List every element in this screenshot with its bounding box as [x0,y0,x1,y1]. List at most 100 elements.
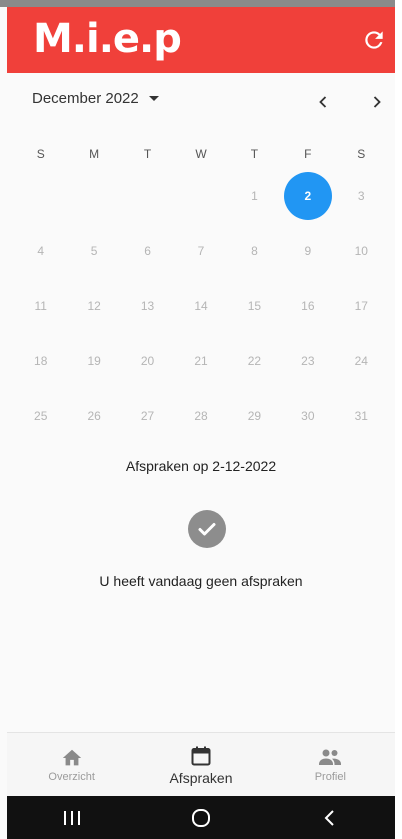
month-header: December 2022 [7,82,395,122]
calendar-day-6[interactable]: 6 [121,231,174,271]
day-number: 16 [301,298,315,313]
day-number: 28 [194,408,208,423]
calendar-week-row: 18 19 20 21 22 23 24 [14,333,388,388]
calendar-day-18[interactable]: 18 [14,341,67,381]
day-number: 31 [354,408,368,423]
weekday-label: F [304,147,312,161]
recent-apps-button[interactable] [57,803,87,833]
calendar-day-8[interactable]: 8 [228,231,281,271]
nav-label: Profiel [314,770,346,783]
calendar-day-11[interactable]: 11 [14,286,67,326]
calendar-day-13[interactable]: 13 [121,286,174,326]
calendar-day-5[interactable]: 5 [67,231,120,271]
nav-label: Overzicht [48,770,95,783]
day-number: 3 [357,188,365,203]
weekday-label: S [357,147,366,161]
calendar-day-20[interactable]: 20 [121,341,174,381]
calendar-day-2[interactable]: 2 [281,171,334,220]
weekday-label: T [143,147,152,161]
chevron-left-icon [319,96,327,108]
calendar-day-28[interactable]: 28 [174,396,227,436]
back-icon [324,809,335,826]
home-circle-icon [191,808,210,827]
calendar-day-21[interactable]: 21 [174,341,227,381]
day-number: 4 [37,243,45,258]
calendar-day-12[interactable]: 12 [67,286,120,326]
nav-label: Afspraken [169,769,233,786]
calendar-day-16[interactable]: 16 [281,286,334,326]
calendar-day-4[interactable]: 4 [14,231,67,271]
appointments-title: Afspraken op 2-12-2022 [125,458,277,474]
system-navigation-bar [7,796,395,839]
day-number: 18 [34,353,48,368]
recent-apps-icon [63,810,80,825]
status-bar [0,0,402,7]
calendar-day-14[interactable]: 14 [174,286,227,326]
day-number: 1 [251,188,258,203]
previous-month-button[interactable] [311,90,335,114]
calendar-day-7[interactable]: 7 [174,231,227,271]
day-number: 7 [197,243,205,258]
app-bar: M.i.e.p [7,7,395,73]
calendar-day-1[interactable]: 1 [228,176,281,216]
day-number: 14 [194,298,208,313]
calendar-empty-cell [121,176,174,216]
calendar-day-22[interactable]: 22 [228,341,281,381]
day-number: 8 [251,243,258,258]
calendar-day-10[interactable]: 10 [335,231,388,271]
calendar-day-23[interactable]: 23 [281,341,334,381]
day-number: 26 [87,408,101,423]
home-button[interactable] [186,803,216,833]
day-number: 12 [87,298,101,313]
back-button[interactable] [315,803,345,833]
next-month-button[interactable] [365,90,389,114]
month-selector[interactable]: December 2022 [32,90,159,107]
day-number: 15 [247,298,262,313]
people-icon [319,749,342,765]
calendar-week-row: 4 5 6 7 8 9 10 [14,223,388,278]
day-number: 6 [144,243,151,258]
calendar-day-27[interactable]: 27 [121,396,174,436]
calendar-day-31[interactable]: 31 [335,396,388,436]
calendar-day-30[interactable]: 30 [281,396,334,436]
calendar-day-25[interactable]: 25 [14,396,67,436]
calendar-week-row: 11 12 13 14 15 16 17 [14,278,388,333]
day-number: 30 [301,408,315,423]
weekday-header: SMTWTFS [14,140,388,168]
day-number: 17 [354,298,368,313]
day-number: 2 [304,188,312,203]
calendar-day-17[interactable]: 17 [335,286,388,326]
chevron-right-icon [373,96,381,108]
month-label: December 2022 [32,90,139,107]
dropdown-caret-icon [148,96,159,101]
calendar-day-15[interactable]: 15 [228,286,281,326]
calendar-day-9[interactable]: 9 [281,231,334,271]
calendar-day-3[interactable]: 3 [335,176,388,216]
day-number: 25 [34,408,48,423]
nav-item-afspraken[interactable]: Afspraken [136,733,265,796]
empty-appointments-message: U heeft vandaag geen afspraken [99,573,303,589]
nav-item-profiel[interactable]: Profiel [266,733,395,796]
weekday-label: M [89,147,100,161]
app-screen: M.i.e.p December 2022 SMTWTFS 1234567891… [0,0,402,839]
day-number: 24 [354,353,368,368]
calendar-empty-cell [174,176,227,216]
day-number: 9 [304,243,312,258]
day-number: 29 [247,408,262,423]
calendar-day-26[interactable]: 26 [67,396,120,436]
day-number: 10 [354,243,368,258]
calendar-grid: SMTWTFS 1 2 3 4 5 6 7 8 9 10 11 12 13 14 15 16 17 18 19 20 2… [14,140,388,443]
home-icon [62,749,81,765]
day-number: 5 [90,243,98,258]
check-circle-icon [188,510,226,548]
calendar-day-29[interactable]: 29 [228,396,281,436]
bottom-navigation: Overzicht Afspraken Profiel [7,732,395,796]
refresh-icon[interactable] [361,27,387,53]
calendar-icon [191,746,211,765]
day-number: 27 [140,408,155,423]
nav-item-overzicht[interactable]: Overzicht [7,733,136,796]
day-number: 11 [34,298,47,313]
calendar-day-19[interactable]: 19 [67,341,120,381]
calendar-day-24[interactable]: 24 [335,341,388,381]
day-number: 21 [194,353,208,368]
